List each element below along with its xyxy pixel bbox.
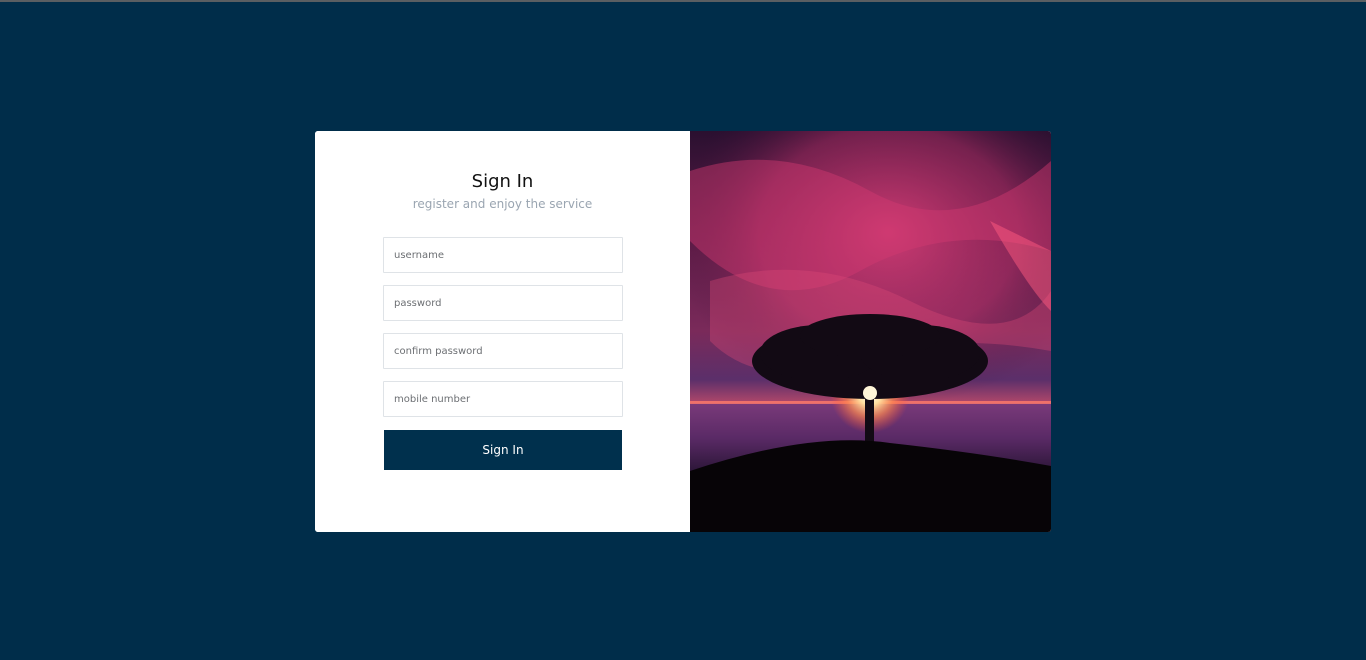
page-subtitle: register and enjoy the service <box>412 197 593 211</box>
mobile-number-input[interactable] <box>383 381 623 417</box>
page-title: Sign In <box>471 171 534 192</box>
top-divider <box>0 0 1366 2</box>
sign-in-form: Sign In register and enjoy the service S… <box>315 131 690 532</box>
password-input[interactable] <box>383 285 623 321</box>
sign-in-card: Sign In register and enjoy the service S… <box>315 131 1051 532</box>
sign-in-button[interactable]: Sign In <box>384 430 622 470</box>
username-input[interactable] <box>383 237 623 273</box>
confirm-password-input[interactable] <box>383 333 623 369</box>
hero-image <box>690 131 1051 532</box>
